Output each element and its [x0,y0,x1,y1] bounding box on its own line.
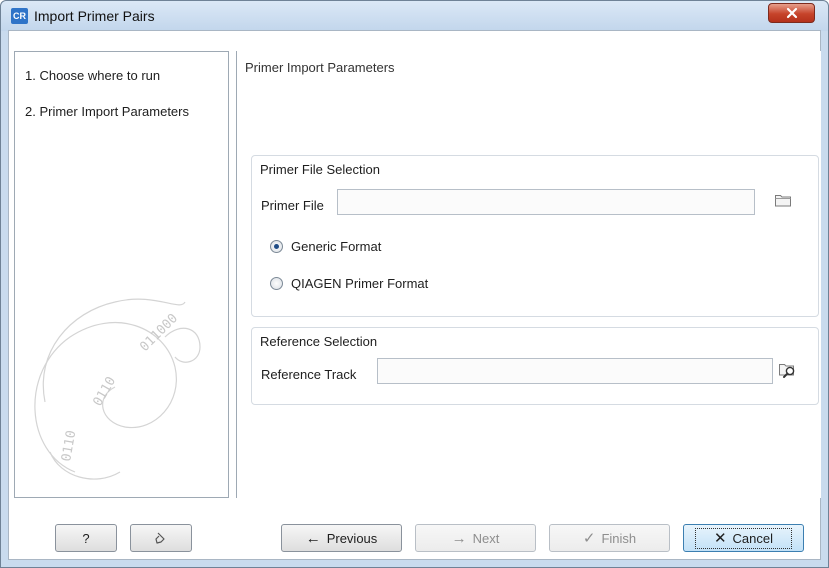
finish-label: Finish [601,530,637,546]
cancel-button[interactable]: ✕ Cancel [683,524,804,552]
qiagen-format-radio[interactable] [270,277,283,290]
next-button[interactable]: → Next [415,524,536,552]
binary-swirl-logo: 0110 0110 011000 [34,298,201,480]
reset-button[interactable] [130,524,192,552]
close-icon [786,7,797,19]
folder-icon [775,195,791,207]
arrow-left-icon: ← [305,529,321,547]
generic-format-radio[interactable] [270,240,283,253]
group-title-primer-file: Primer File Selection [260,162,380,177]
cancel-label: Cancel [732,530,774,546]
step-primer-import-parameters[interactable]: 2. Primer Import Parameters [25,104,189,119]
previous-button[interactable]: ← Previous [281,524,402,552]
page-title: Primer Import Parameters [245,60,395,75]
help-label: ? [82,530,90,546]
help-button[interactable]: ? [55,524,117,552]
reference-selection-group: Reference Selection Reference Track [251,327,819,405]
next-label: Next [472,530,500,546]
generic-format-label: Generic Format [291,239,382,254]
svg-text:011000: 011000 [137,311,181,355]
window-title: Import Primer Pairs [34,8,155,24]
group-title-reference: Reference Selection [260,334,378,349]
svg-text:0110: 0110 [90,374,119,409]
primer-file-group: Primer File Selection Primer File Generi… [251,155,819,317]
reset-icon [155,532,165,544]
step-choose-where-to-run[interactable]: 1. Choose where to run [25,68,160,83]
generic-format-option[interactable]: Generic Format [270,239,381,254]
checkmark-icon: ✓ [582,529,596,547]
finish-button[interactable]: ✓ Finish [549,524,670,552]
close-button[interactable] [768,3,815,23]
x-icon: ✕ [713,529,727,547]
app-icon: CR [11,8,28,24]
primer-file-label: Primer File [261,198,324,213]
previous-label: Previous [326,530,378,546]
primer-file-browse-button[interactable] [774,192,796,214]
folder-search-icon [779,364,795,378]
reference-track-input[interactable] [377,358,773,384]
parameters-panel: Primer Import Parameters Primer File Sel… [236,51,821,498]
svg-text:0110: 0110 [59,429,79,462]
arrow-right-icon: → [451,529,467,547]
qiagen-format-option[interactable]: QIAGEN Primer Format [270,276,428,291]
reference-track-browse-button[interactable] [778,361,800,383]
qiagen-format-label: QIAGEN Primer Format [291,276,429,291]
reference-track-label: Reference Track [261,367,357,382]
title-bar[interactable]: CR Import Primer Pairs [1,1,828,31]
primer-file-input[interactable] [337,189,755,215]
wizard-steps-panel: 1. Choose where to run 2. Primer Import … [14,51,229,498]
